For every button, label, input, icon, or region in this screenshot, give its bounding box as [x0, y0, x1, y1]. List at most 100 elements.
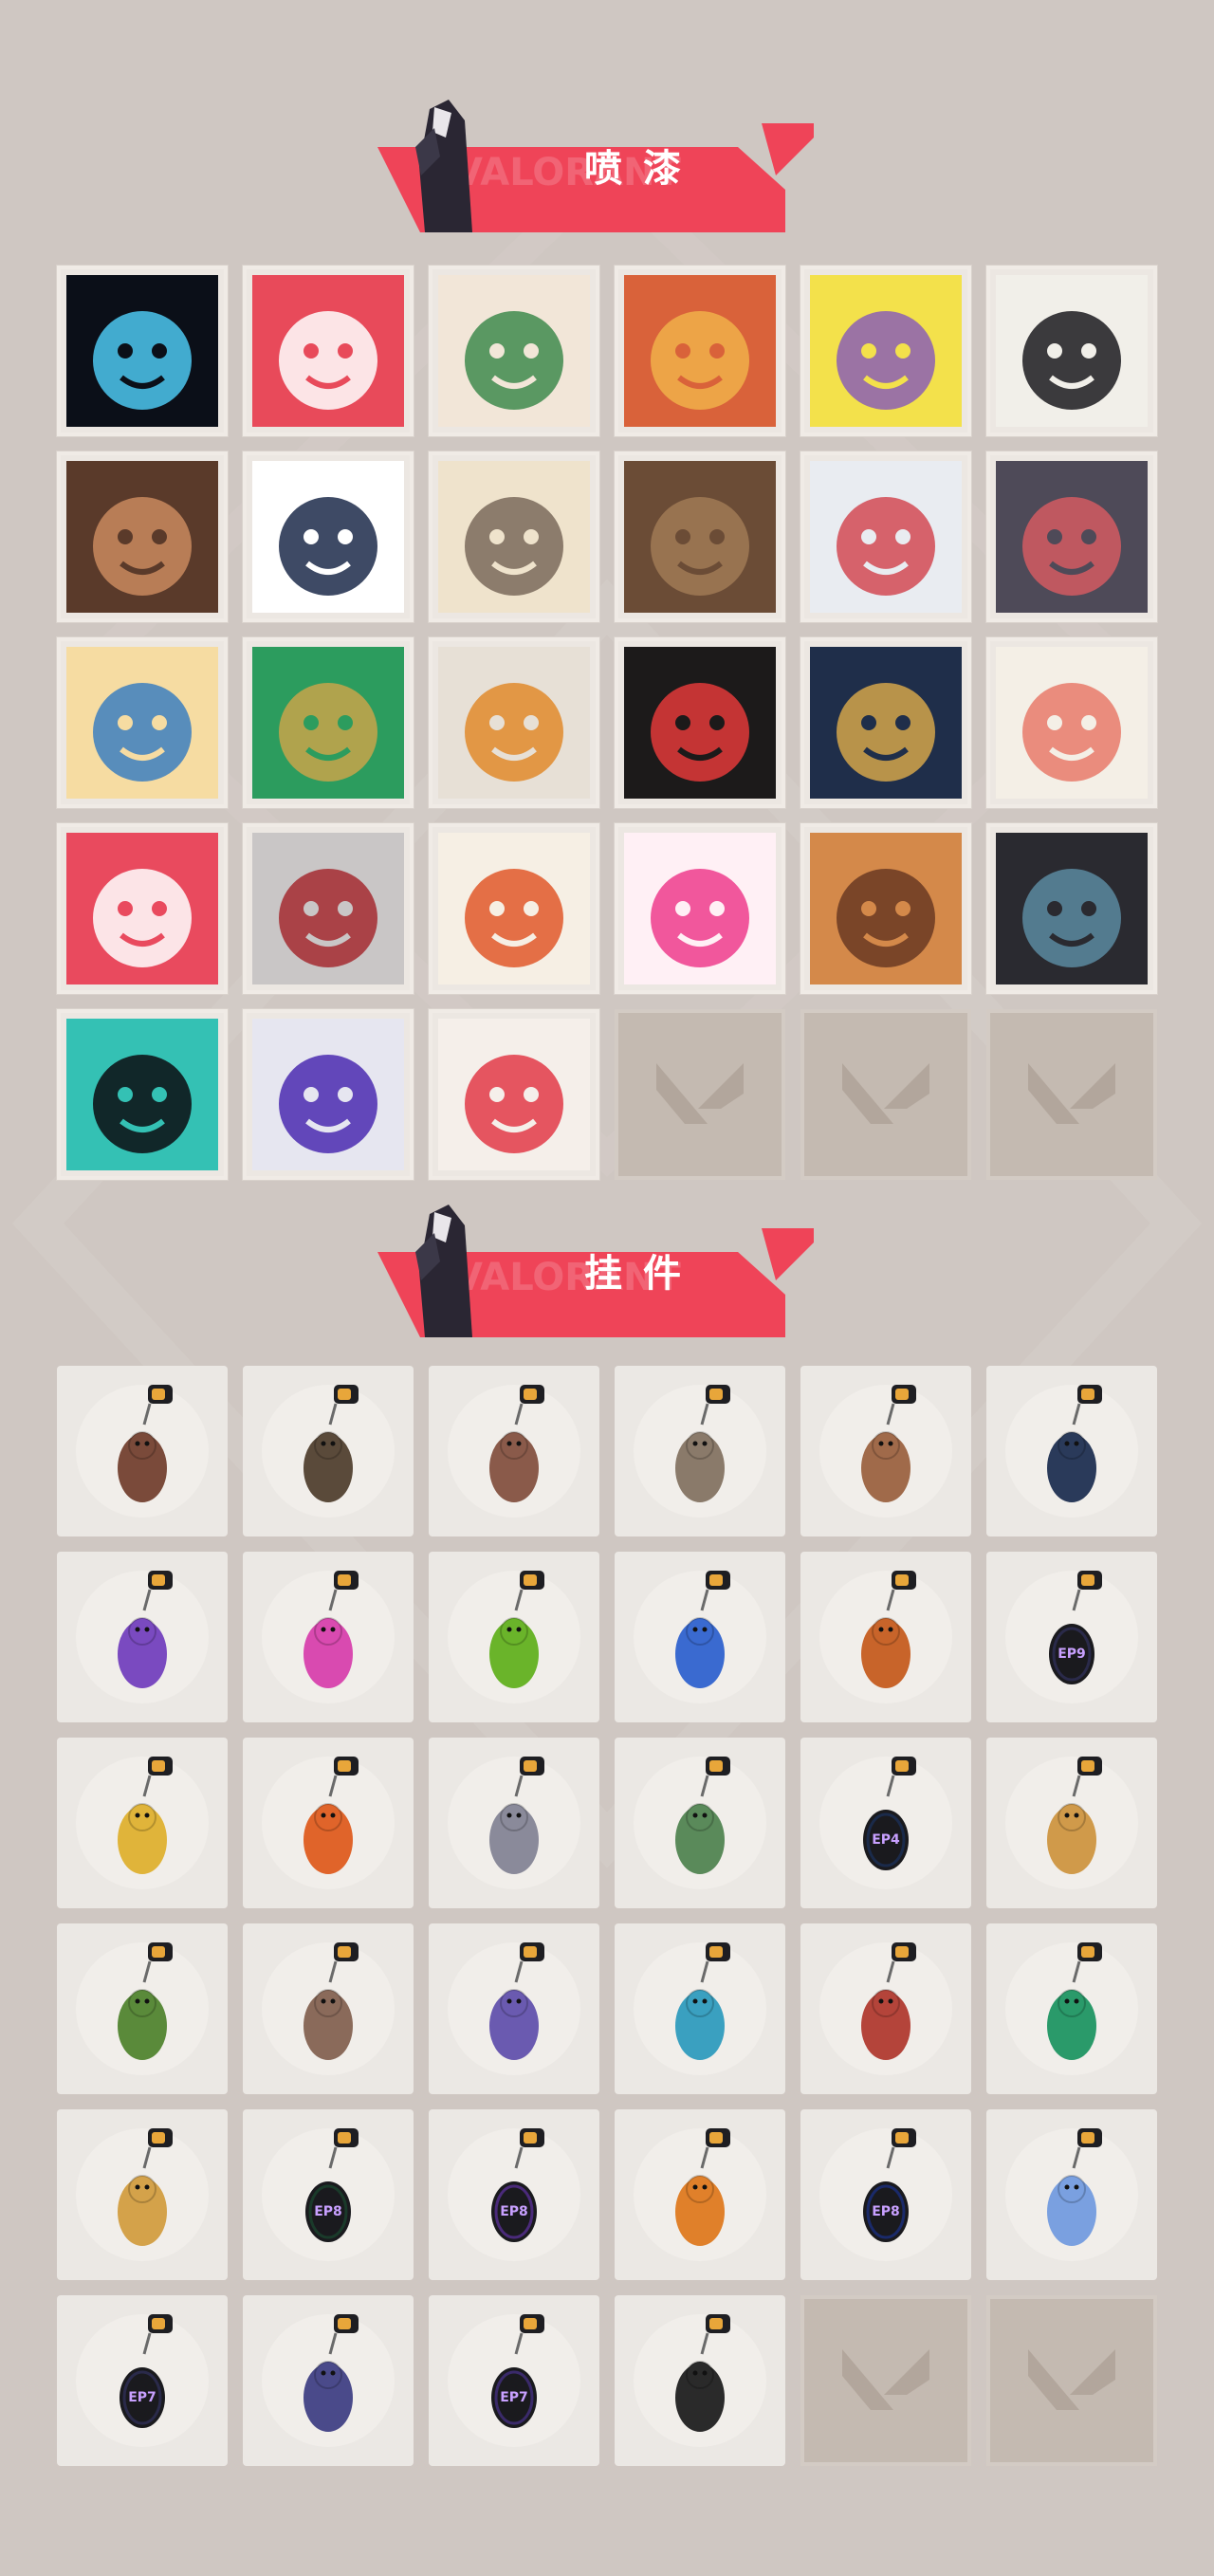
lion-dance-spray-icon [438, 833, 590, 984]
charm-item[interactable] [800, 1366, 971, 1536]
spray-item[interactable] [57, 823, 228, 994]
snowflake-charm-icon [1047, 2128, 1102, 2246]
spray-item[interactable] [429, 1009, 599, 1180]
charm-item[interactable] [615, 1552, 785, 1722]
charm-item[interactable] [429, 1738, 599, 1908]
ep8-green-medallion-charm-icon: EP8 [305, 2128, 359, 2242]
charm-item[interactable]: EP7 [429, 2295, 599, 2466]
blonde-stare-spray-icon [66, 647, 218, 799]
spray-item[interactable] [800, 451, 971, 622]
spray-item[interactable] [986, 266, 1157, 436]
charm-item[interactable] [243, 1366, 414, 1536]
charm-item[interactable]: EP7 [57, 2295, 228, 2466]
valorant-logo-icon [842, 1063, 929, 1124]
charm-item[interactable]: EP8 [429, 2109, 599, 2280]
skewer-charm-icon [304, 1757, 359, 1874]
old-man-smirk-spray-icon [438, 461, 590, 613]
charm-item[interactable] [615, 2109, 785, 2280]
spray-item[interactable] [243, 1009, 414, 1180]
ep7-orange-medallion-charm-icon: EP7 [120, 2314, 173, 2428]
charm-item[interactable] [57, 2109, 228, 2280]
spray-item[interactable] [615, 823, 785, 994]
medallion-label: EP4 [872, 1832, 900, 1848]
charm-item[interactable] [243, 1552, 414, 1722]
charm-item[interactable] [57, 1738, 228, 1908]
spray-item[interactable] [800, 823, 971, 994]
charm-item[interactable]: EP8 [800, 2109, 971, 2280]
sprays-title: 喷漆 [584, 147, 702, 191]
charms-banner: VALORANT 挂件 [377, 1205, 814, 1337]
spray-item[interactable] [986, 451, 1157, 622]
spray-item[interactable] [986, 637, 1157, 808]
spray-item[interactable] [243, 266, 414, 436]
ep7-purple-medallion-charm-icon: EP7 [491, 2314, 544, 2428]
charm-item[interactable] [800, 1552, 971, 1722]
charm-item[interactable] [615, 1738, 785, 1908]
medallion-label: EP9 [1058, 1647, 1086, 1662]
charm-item[interactable] [986, 1366, 1157, 1536]
charm-item[interactable] [615, 1366, 785, 1536]
charm-item[interactable] [57, 1923, 228, 2094]
spray-item[interactable] [615, 637, 785, 808]
ep4-medallion-charm-icon: EP4 [863, 1757, 916, 1870]
spray-item[interactable] [800, 637, 971, 808]
agent-figure-icon [415, 100, 472, 232]
charm-item[interactable] [615, 2295, 785, 2466]
charm-item[interactable] [986, 1738, 1157, 1908]
charm-item[interactable] [57, 1366, 228, 1536]
spray-item[interactable] [615, 451, 785, 622]
charm-item[interactable] [986, 2109, 1157, 2280]
charm-grid: EP9 EP4 EP8 EP8 EP8 EP7 EP7 [57, 1366, 1157, 2466]
gold-star-emblem-spray-icon [252, 647, 404, 799]
charm-item[interactable] [615, 1923, 785, 2094]
charm-item[interactable] [429, 1923, 599, 2094]
charm-item[interactable] [243, 1923, 414, 2094]
duck-bill-spray-icon [438, 647, 590, 799]
charm-item[interactable]: EP4 [800, 1738, 971, 1908]
pixel-heart-spray-icon [66, 833, 218, 984]
charm-item[interactable]: EP9 [986, 1552, 1157, 1722]
charms-title: 挂件 [584, 1252, 702, 1296]
charm-item[interactable] [429, 1552, 599, 1722]
ep9-medallion-charm-icon: EP9 [1049, 1571, 1102, 1684]
charm-item[interactable]: EP8 [243, 2109, 414, 2280]
empty-spray-slot [800, 1009, 971, 1180]
empty-charm-slot [986, 2295, 1157, 2466]
wink-straw-spray-icon [252, 461, 404, 613]
spray-item[interactable] [429, 266, 599, 436]
silver-agent-plaque-charm-icon [489, 1757, 544, 1874]
spray-item[interactable] [429, 637, 599, 808]
spray-item[interactable] [615, 266, 785, 436]
spray-item[interactable] [57, 637, 228, 808]
emerald-diamond-charm-icon [1047, 1942, 1102, 2060]
charm-item[interactable] [800, 1923, 971, 2094]
valorant-logo-icon [656, 1063, 744, 1124]
v-logo-medallion-charm-icon [675, 2314, 730, 2432]
pirate-hat-spray-icon [810, 275, 962, 427]
spray-item[interactable] [57, 1009, 228, 1180]
raze-grin-spray-icon [624, 275, 776, 427]
charm-item[interactable] [243, 1738, 414, 1908]
spray-item[interactable] [986, 823, 1157, 994]
spray-item[interactable] [429, 823, 599, 994]
empty-charm-slot [800, 2295, 971, 2466]
charm-item[interactable] [243, 2295, 414, 2466]
spray-item[interactable] [243, 451, 414, 622]
medallion-label: EP8 [314, 2204, 342, 2219]
spray-item[interactable] [429, 451, 599, 622]
white-hair-shout-spray-icon [810, 461, 962, 613]
spray-item[interactable] [243, 637, 414, 808]
charm-item[interactable] [986, 1923, 1157, 2094]
spray-item[interactable] [800, 266, 971, 436]
charm-item[interactable] [57, 1552, 228, 1722]
smug-face-spray-icon [624, 461, 776, 613]
red-v-logo-drip-spray-icon [438, 1019, 590, 1170]
cat-figure-tassel-charm-icon [1047, 1385, 1102, 1502]
spray-item[interactable] [57, 451, 228, 622]
spray-item[interactable] [243, 823, 414, 994]
charm-item[interactable] [429, 1366, 599, 1536]
valorant-logo-icon [842, 2349, 929, 2410]
splatter-v-logo-spray-icon [66, 1019, 218, 1170]
spray-item[interactable] [57, 266, 228, 436]
raccoon-plush-charm-icon [304, 1942, 359, 2060]
